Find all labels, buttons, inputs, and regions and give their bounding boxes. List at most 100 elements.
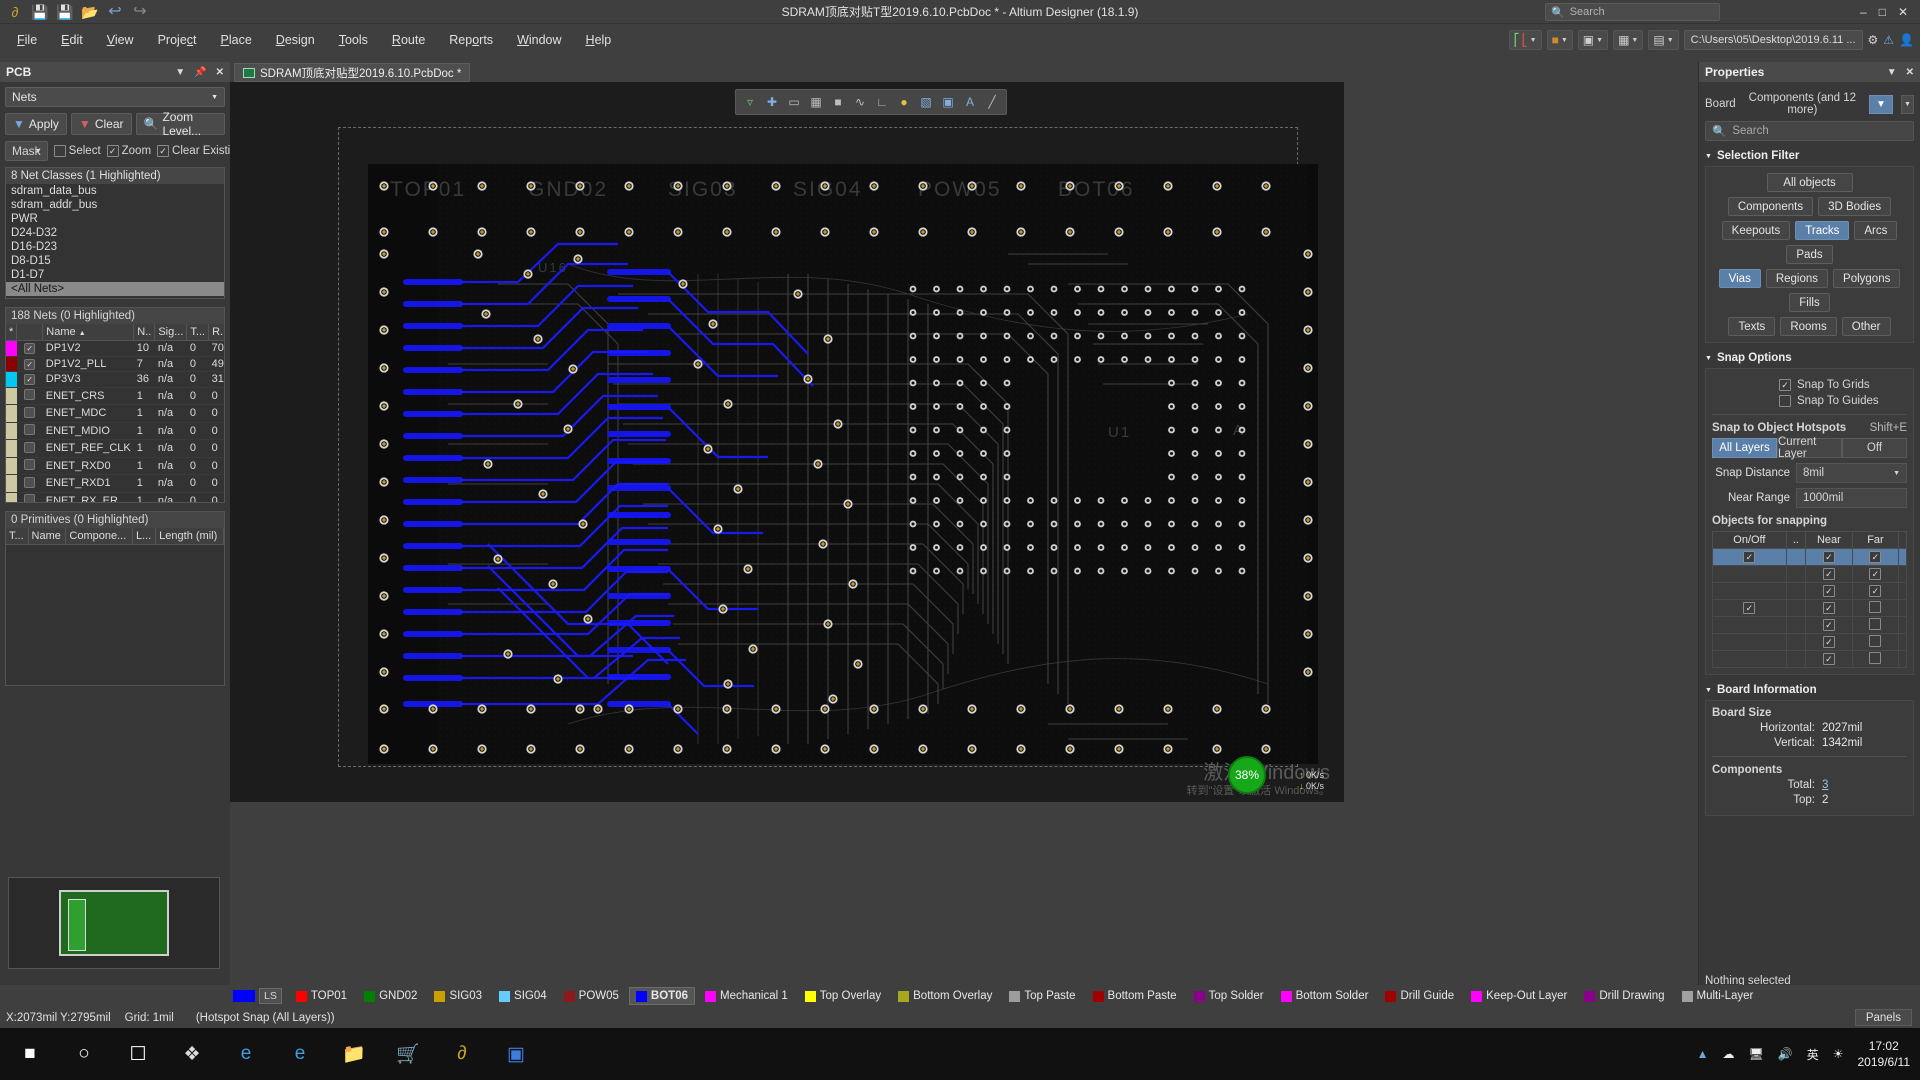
zoom-checkbox[interactable]: ✓ Zoom xyxy=(106,145,151,157)
board-information-header[interactable]: ▼ Board Information xyxy=(1705,684,1914,696)
clear-button[interactable]: ▼ Clear xyxy=(70,113,132,135)
menu-window[interactable]: Window xyxy=(506,29,572,51)
toolbar-view-group[interactable]: ▣ ▼ xyxy=(1577,30,1609,50)
chip-other[interactable]: Other xyxy=(1841,317,1891,336)
scope-combo[interactable]: Nets ▼ xyxy=(5,87,225,107)
net-color-swatch[interactable]: ✓ xyxy=(20,343,40,355)
checkbox-box[interactable] xyxy=(1869,600,1882,613)
table-row[interactable]: ENET_RXD1 1 n/a 0 0 Net is Hi... xyxy=(6,474,224,493)
properties-search-input[interactable]: 🔍 Search xyxy=(1705,121,1914,141)
zoom-level-badge[interactable]: 38% xyxy=(1228,756,1266,794)
menu-reports[interactable]: Reports xyxy=(438,29,504,51)
table-row[interactable]: ✓ DP1V2 10 n/a 0 703 Net is Hi... xyxy=(6,340,224,357)
chip-fills[interactable]: Fills xyxy=(1789,293,1830,312)
layer-tab-sig03[interactable]: SIG03 xyxy=(427,987,489,1005)
chip-regions[interactable]: Regions xyxy=(1765,269,1829,288)
layer-tab-gnd02[interactable]: GND02 xyxy=(357,987,424,1005)
filter-dropdown-arrow[interactable]: ▼ xyxy=(1901,94,1914,114)
board-copper-area[interactable]: TOP01 GND02 SIG03 SIG04 POW05 BOT06 U16 … xyxy=(368,164,1318,764)
col-onoff[interactable]: On/Off xyxy=(1712,531,1787,549)
close-button[interactable]: ✕ xyxy=(1898,5,1908,19)
screen-icon[interactable]: 🖥 xyxy=(1749,1047,1764,1061)
net-color-swatch[interactable] xyxy=(20,424,40,436)
chip-texts[interactable]: Texts xyxy=(1728,317,1776,336)
chevron-down-icon[interactable]: ▼ xyxy=(1887,67,1897,78)
minimize-button[interactable]: – xyxy=(1860,5,1867,19)
measure-icon[interactable]: ∟ xyxy=(872,92,892,112)
table-row[interactable]: ENET_CRS 1 n/a 0 0 Net is Hi... xyxy=(6,387,224,405)
up-arrow-icon[interactable]: ▲ xyxy=(1697,1047,1709,1061)
pcb-canvas[interactable]: ▿ ✚ ▭ ▦ ■ ∿ ∟ ● ▧ ▣ A ╱ TOP01 GND02 SIG0… xyxy=(230,82,1344,802)
explorer-icon[interactable]: 📁 xyxy=(340,1040,368,1068)
chip-polygons[interactable]: Polygons xyxy=(1833,269,1901,288)
layer-tab-bot06[interactable]: BOT06 xyxy=(628,987,695,1005)
notification-icon[interactable]: ⚠ xyxy=(1883,33,1894,47)
col-length[interactable]: Length (mil) xyxy=(155,528,224,545)
toolbar-color-group[interactable]: ■ ▼ xyxy=(1546,30,1573,50)
layer-tab-drill-guide[interactable]: Drill Guide xyxy=(1378,987,1461,1005)
toolbar-grid-group[interactable]: ▦ ▼ xyxy=(1613,30,1644,50)
save-icon[interactable]: 💾 xyxy=(31,3,49,21)
menu-place[interactable]: Place xyxy=(210,29,263,51)
table-row[interactable]: ✓ ✓ xyxy=(1712,582,1907,600)
layer-tab-drill-drawing[interactable]: Drill Drawing xyxy=(1577,987,1671,1005)
account-icon[interactable]: 👤 xyxy=(1899,33,1914,47)
net-class-item[interactable]: D16-D23 xyxy=(6,240,224,254)
near-range-input[interactable]: 1000mil xyxy=(1796,488,1907,508)
menu-edit[interactable]: Edit xyxy=(50,29,94,51)
net-color-swatch[interactable]: ✓ xyxy=(20,358,40,370)
layer-tab-multi-layer[interactable]: Multi-Layer xyxy=(1675,987,1761,1005)
layer-tab-bottom-solder[interactable]: Bottom Solder xyxy=(1274,987,1376,1005)
start-icon[interactable]: ■ xyxy=(16,1040,44,1068)
close-icon[interactable]: ✕ xyxy=(1906,67,1914,78)
table-row[interactable]: ENET_RXD0 1 n/a 0 0 Net is Hi... xyxy=(6,457,224,475)
menu-tools[interactable]: Tools xyxy=(328,29,379,51)
chip-arcs[interactable]: Arcs xyxy=(1854,221,1898,240)
layer-tab-mechanical-1[interactable]: Mechanical 1 xyxy=(698,987,795,1005)
store-icon[interactable]: 🛒 xyxy=(394,1040,422,1068)
col-t[interactable]: T... xyxy=(186,324,210,341)
net-filter-icon[interactable]: ▿ xyxy=(740,92,760,112)
chip-rooms[interactable]: Rooms xyxy=(1780,317,1837,336)
rect-icon[interactable]: ▭ xyxy=(784,92,804,112)
checkbox-box[interactable]: ✓ xyxy=(1822,585,1835,598)
edge-icon[interactable]: e xyxy=(286,1040,314,1068)
top-value[interactable]: 2 xyxy=(1822,794,1828,806)
checkbox-box[interactable]: ✓ xyxy=(1822,551,1835,564)
layer-tab-pow05[interactable]: POW05 xyxy=(557,987,626,1005)
checkbox-box[interactable]: ✓ xyxy=(1869,585,1882,598)
net-color-swatch[interactable] xyxy=(20,389,40,401)
filter-toggle-button[interactable]: ▼ xyxy=(1869,94,1893,114)
net-color-swatch[interactable] xyxy=(20,494,40,502)
apply-button[interactable]: ▼ Apply xyxy=(5,113,67,135)
layer-tab-top-overlay[interactable]: Top Overlay xyxy=(798,987,888,1005)
checkbox-box[interactable]: ✓ xyxy=(1743,551,1756,564)
project-path[interactable]: C:\Users\05\Desktop\2019.6.11 ... xyxy=(1683,30,1863,50)
chart-icon[interactable]: ▦ xyxy=(806,92,826,112)
app-icon[interactable]: ❖ xyxy=(178,1040,206,1068)
redo-icon[interactable]: ↪ xyxy=(131,3,149,21)
checkbox-box[interactable]: ✓ xyxy=(1822,619,1835,632)
col-n[interactable]: N.. xyxy=(133,324,156,341)
select-checkbox[interactable]: Select xyxy=(53,145,101,157)
snap-distance-input[interactable]: 8mil ▼ xyxy=(1796,463,1907,483)
document-tab[interactable]: SDRAM顶底对贴型2019.6.10.PcbDoc * xyxy=(234,63,471,82)
checkbox-box[interactable]: ✓ xyxy=(1822,653,1835,666)
checkbox-box[interactable]: ✓ xyxy=(1822,636,1835,649)
chip-pads[interactable]: Pads xyxy=(1786,245,1833,264)
snap-to-guides-row[interactable]: Snap To Guides xyxy=(1712,395,1907,407)
net-color-swatch[interactable]: ✓ xyxy=(20,374,40,386)
zoom-level-button[interactable]: 🔍 Zoom Level... xyxy=(135,110,225,138)
table-row[interactable]: ✓ DP3V3 36 n/a 0 315 Net is Hi... xyxy=(6,371,224,388)
menu-help[interactable]: Help xyxy=(575,29,623,51)
col-pname[interactable]: Name xyxy=(28,528,67,545)
menu-file[interactable]: File xyxy=(6,29,48,51)
line-icon[interactable]: ╱ xyxy=(982,92,1002,112)
net-color-swatch[interactable] xyxy=(20,476,40,488)
ime-indicator[interactable]: 英 xyxy=(1807,1046,1819,1063)
gear-icon[interactable]: ⚙ xyxy=(1868,33,1879,47)
altium-icon[interactable]: ∂ xyxy=(448,1040,476,1068)
chip-components[interactable]: Components xyxy=(1727,197,1814,216)
checkbox-box[interactable]: ✓ xyxy=(1869,551,1882,564)
chip-keepouts[interactable]: Keepouts xyxy=(1721,221,1791,240)
